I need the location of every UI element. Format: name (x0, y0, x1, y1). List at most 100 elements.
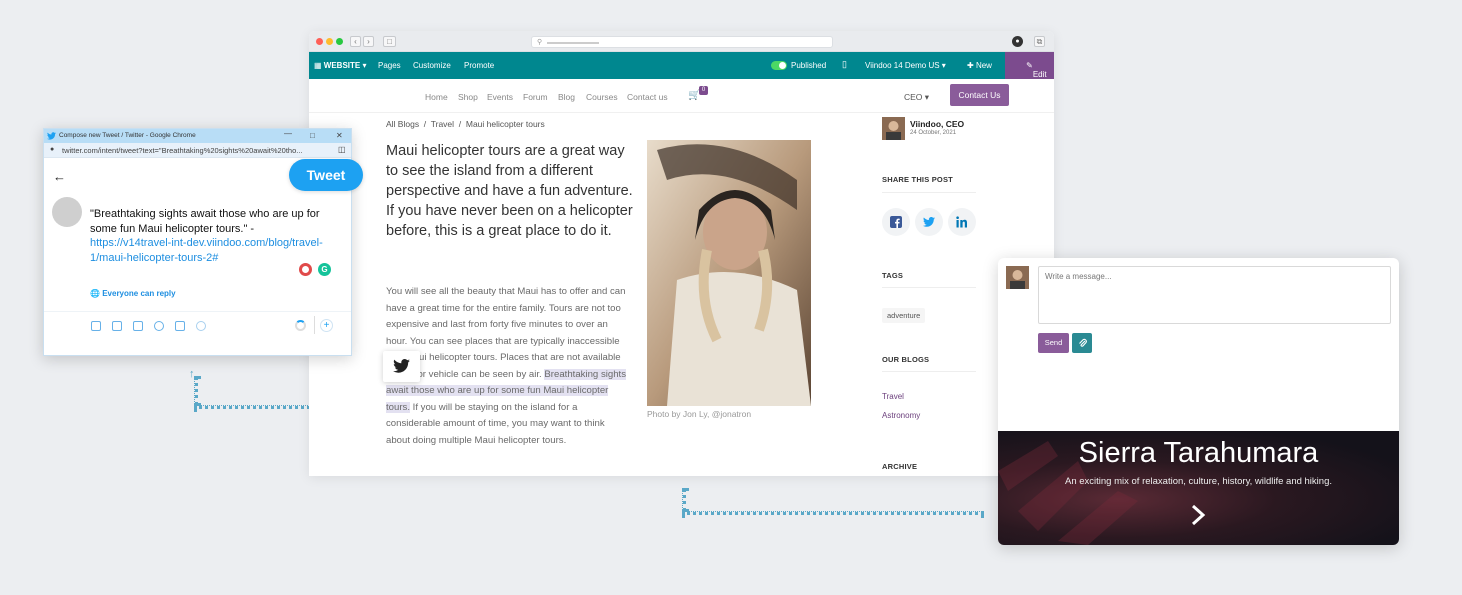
browser-chrome: ‹ › □ ⚲ ● ⧉ (309, 31, 1054, 52)
connector-line-left-vertical (194, 376, 198, 406)
sidebar-toggle-icon[interactable]: □ (383, 36, 396, 47)
breadcrumb-current: Maui helicopter tours (465, 119, 545, 129)
customize-menu[interactable]: Customize (413, 61, 451, 70)
minimize-dot[interactable] (326, 38, 333, 45)
message-input[interactable]: Write a message... (1038, 266, 1391, 324)
close-dot[interactable] (316, 38, 323, 45)
tweet-url: twitter.com/intent/tweet?text="Breathtak… (62, 146, 303, 155)
author-avatar (882, 117, 905, 140)
paperclip-icon (1079, 338, 1087, 347)
tweet-button[interactable]: Tweet (289, 159, 363, 191)
chevron-right-icon[interactable] (1188, 503, 1208, 527)
emoji-icon[interactable] (154, 321, 164, 331)
gif-icon[interactable] (112, 321, 122, 331)
schedule-icon[interactable] (175, 321, 185, 331)
tweet-selection-button[interactable] (383, 351, 420, 382)
nav-home[interactable]: Home (425, 92, 448, 102)
char-counter-icon (295, 320, 306, 331)
grammarly-icon[interactable]: G (318, 263, 331, 276)
tweet-link[interactable]: https://v14travel-int-dev.viindoo.com/bl… (90, 237, 323, 264)
attach-button[interactable] (1072, 333, 1092, 353)
share-title: SHARE THIS POST (882, 175, 953, 184)
post-date: 24 October, 2021 (910, 130, 957, 136)
nav-contact[interactable]: Contact us (627, 92, 668, 102)
photo-caption: Photo by Jon Ly, @jonatron (647, 409, 752, 419)
odoo-admin-bar: ▦ WEBSITE ▾ Pages Customize Promote Publ… (309, 52, 1054, 79)
grammarly-target-icon[interactable] (299, 263, 312, 276)
blog-link-travel[interactable]: Travel (882, 392, 904, 401)
blog-photo (647, 140, 811, 406)
connector-line-right-horizontal (682, 511, 984, 515)
tweet-text: "Breathtaking sights await those who are… (90, 208, 320, 235)
author-name[interactable]: Viindoo, CEO (910, 119, 964, 129)
hero-subtitle: An exciting mix of relaxation, culture, … (1064, 476, 1332, 487)
tabs-icon[interactable]: ⧉ (1034, 36, 1045, 47)
tweet-text-input[interactable]: "Breathtaking sights await those who are… (90, 207, 330, 265)
new-button[interactable]: ✚ New (967, 61, 992, 70)
hero-title: Sierra Tarahumara (1078, 437, 1319, 469)
back-button[interactable]: ‹ (350, 36, 361, 47)
reply-setting[interactable]: 🌐 Everyone can reply (90, 289, 176, 298)
tweet-window-titlebar: Compose new Tweet / Twitter - Google Chr… (44, 129, 351, 143)
twitter-icon (393, 359, 410, 373)
browser-window: ‹ › □ ⚲ ● ⧉ ▦ WEBSITE ▾ Pages Customize … (309, 31, 1054, 476)
search-icon: ⚲ (537, 39, 543, 46)
close-icon[interactable]: ✕ (336, 131, 343, 140)
mobile-preview-icon[interactable]: ▯ (842, 59, 847, 70)
twitter-icon (923, 217, 935, 227)
post-body-part2: If you will be staying on the island for… (386, 401, 605, 446)
maximize-dot[interactable] (336, 38, 343, 45)
twitter-icon (47, 132, 56, 140)
send-button[interactable]: Send (1038, 333, 1069, 353)
tag-adventure[interactable]: adventure (882, 308, 926, 323)
blog-link-astronomy[interactable]: Astronomy (882, 411, 920, 420)
share-linkedin-button[interactable] (948, 208, 976, 236)
globe-icon: 🌐 (90, 289, 100, 298)
breadcrumb: All Blogs / Travel / Maui helicopter tou… (386, 119, 545, 129)
our-blogs-title: OUR BLOGS (882, 355, 930, 364)
media-icon[interactable] (91, 321, 101, 331)
connector-arrow-up-icon: ↑ (189, 368, 195, 380)
nav-blog[interactable]: Blog (558, 92, 575, 102)
poll-icon[interactable] (133, 321, 143, 331)
promote-menu[interactable]: Promote (464, 61, 494, 70)
edit-button[interactable]: ✎ Edit (1005, 52, 1054, 79)
hero-banner: Sierra Tarahumara An exciting mix of rel… (998, 431, 1399, 545)
extension-icon[interactable]: ● (1012, 36, 1023, 47)
nav-forum[interactable]: Forum (523, 92, 548, 102)
share-facebook-button[interactable] (882, 208, 910, 236)
nav-events[interactable]: Events (487, 92, 513, 102)
tweet-window-title: Compose new Tweet / Twitter - Google Chr… (59, 132, 196, 139)
back-arrow-icon[interactable]: ← (53, 169, 66, 184)
breadcrumb-all-blogs[interactable]: All Blogs (386, 119, 419, 129)
tweet-user-avatar (52, 197, 82, 227)
published-toggle[interactable] (771, 61, 787, 70)
website-navbar: Home Shop Events Forum Blog Courses Cont… (309, 79, 1054, 113)
key-icon[interactable]: ◫ (338, 145, 346, 154)
social-message-card: Write a message... Send Sierra Tarahumar… (998, 258, 1399, 545)
nav-courses[interactable]: Courses (586, 92, 618, 102)
lock-icon: ● (50, 146, 55, 153)
share-twitter-button[interactable] (915, 208, 943, 236)
post-body-part1: You will see all the beauty that Maui ha… (386, 286, 626, 380)
minimize-icon[interactable]: — (284, 129, 292, 138)
tweet-url-bar[interactable]: ● twitter.com/intent/tweet?text="Breatht… (44, 143, 351, 158)
pages-menu[interactable]: Pages (378, 61, 401, 70)
nav-shop[interactable]: Shop (458, 92, 478, 102)
maximize-icon[interactable]: □ (310, 131, 315, 140)
contact-us-button[interactable]: Contact Us (950, 84, 1009, 106)
company-switcher[interactable]: Viindoo 14 Demo US ▾ (865, 61, 946, 70)
user-menu[interactable]: CEO ▾ (904, 92, 929, 103)
forward-button[interactable]: › (363, 36, 374, 47)
add-tweet-icon[interactable]: + (320, 319, 333, 332)
author-avatar (1006, 266, 1029, 289)
archive-title: ARCHIVE (882, 462, 918, 471)
website-menu[interactable]: ▦ WEBSITE ▾ (314, 61, 366, 70)
post-body: You will see all the beauty that Maui ha… (386, 284, 630, 449)
breadcrumb-travel[interactable]: Travel (431, 119, 454, 129)
linkedin-icon (956, 216, 967, 228)
address-bar[interactable]: ⚲ (531, 36, 833, 48)
tags-title: TAGS (882, 271, 904, 280)
location-icon[interactable] (196, 321, 206, 331)
facebook-icon (890, 216, 902, 228)
